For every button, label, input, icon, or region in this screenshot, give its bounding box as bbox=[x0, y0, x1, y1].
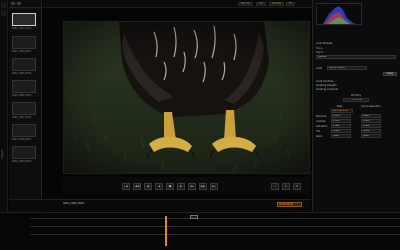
clip-thumbnail[interactable] bbox=[12, 58, 36, 71]
timecode-display[interactable]: 00:00:00:00 bbox=[277, 202, 302, 207]
bin-header bbox=[9, 0, 41, 8]
left-toolstrip: Project bbox=[0, 0, 8, 212]
clip-name: A001_C008_0523 bbox=[12, 138, 32, 141]
rewind-button[interactable]: ◀◀ bbox=[133, 183, 141, 190]
timeline-ruler bbox=[30, 218, 400, 219]
viewer-toolbar: Normal 1/4 Full Res Fit bbox=[43, 0, 313, 8]
view-mode-button[interactable]: Normal bbox=[238, 2, 253, 6]
transport-controls: |◀ ◀◀ ◀| ◀ ■ ▶ |▶ ▶▶ ▶| ⤢ ↻ ⇄ bbox=[63, 177, 310, 194]
fast-forward-button[interactable]: ▶▶ bbox=[199, 183, 207, 190]
param-label: Contrast bbox=[316, 120, 326, 123]
clip-name: A001_C009_0523 bbox=[12, 160, 32, 163]
tool-icon[interactable] bbox=[1, 11, 6, 16]
eagle-frame bbox=[64, 22, 309, 173]
bin-clip[interactable]: A001_C007_0523 bbox=[12, 102, 40, 119]
param-value[interactable]: 5600 bbox=[361, 134, 381, 138]
current-clip-label: A001_C003_0523 bbox=[63, 202, 84, 205]
timeline[interactable] bbox=[0, 212, 400, 250]
stop-button[interactable]: ■ bbox=[166, 183, 174, 190]
play-button[interactable]: ▶ bbox=[177, 183, 185, 190]
primary-tab[interactable]: Primary bbox=[351, 94, 361, 97]
param-label: Saturation bbox=[316, 125, 328, 128]
bin-clip[interactable]: A001_C006_0523 bbox=[12, 80, 40, 97]
param-value[interactable]: 1.000 bbox=[331, 124, 351, 128]
timeline-track bbox=[30, 226, 400, 227]
fit-button[interactable]: Fit bbox=[286, 2, 295, 6]
clip-bin: A001_C003_0523 A001_C004_0523 A001_C005_… bbox=[9, 0, 42, 212]
preset-item[interactable]: Night bbox=[316, 51, 323, 54]
playhead[interactable] bbox=[165, 216, 167, 246]
param-value[interactable]: 0.000 bbox=[331, 129, 351, 133]
timeline-header: A001_C003_0523 00:00:00:00 bbox=[9, 199, 311, 211]
clip-thumbnail[interactable] bbox=[12, 146, 36, 159]
histogram-graph bbox=[322, 6, 357, 24]
clip-thumbnail[interactable] bbox=[12, 13, 36, 26]
loop-button[interactable]: ↻ bbox=[282, 183, 290, 190]
grading-controls-header[interactable]: Grading Controls bbox=[316, 88, 338, 91]
param-label: Exposure bbox=[316, 115, 327, 118]
param-label: Tint bbox=[316, 130, 321, 133]
resolution-button[interactable]: 1/4 bbox=[256, 2, 266, 6]
project-label: Project bbox=[1, 150, 4, 159]
clip-name: A001_C004_0523 bbox=[12, 50, 32, 53]
video-viewer[interactable] bbox=[63, 21, 310, 174]
go-to-end-button[interactable]: ▶| bbox=[210, 183, 218, 190]
mode-select[interactable]: Full Mode bbox=[343, 98, 369, 102]
bin-clip[interactable]: A001_C003_0523 bbox=[12, 13, 40, 30]
play-reverse-button[interactable]: ◀ bbox=[155, 183, 163, 190]
apply-button[interactable]: Apply bbox=[383, 72, 397, 76]
bin-clip[interactable]: A001_C009_0523 bbox=[12, 146, 40, 163]
param-value[interactable]: 1.000 bbox=[361, 124, 381, 128]
bin-clip[interactable]: A001_C005_0523 bbox=[12, 58, 40, 75]
compare-button[interactable]: ⇄ bbox=[293, 183, 301, 190]
full-res-button[interactable]: Full Res bbox=[269, 2, 285, 6]
clip-thumbnail[interactable] bbox=[12, 36, 36, 49]
clip-thumbnail[interactable] bbox=[12, 80, 36, 93]
param-value[interactable]: 0.000 bbox=[361, 114, 381, 118]
param-value[interactable]: 0.000 bbox=[331, 114, 351, 118]
step-forward-button[interactable]: |▶ bbox=[188, 183, 196, 190]
timeline-track bbox=[30, 234, 400, 235]
preset-item[interactable]: None bbox=[316, 47, 323, 50]
param-value[interactable]: 1.000 bbox=[361, 119, 381, 123]
column-source: Source Resolution bbox=[361, 105, 381, 108]
tool-icon[interactable] bbox=[1, 3, 6, 8]
clip-thumbnail[interactable] bbox=[12, 102, 36, 115]
column-base: Base bbox=[337, 105, 343, 108]
param-label: Kelvin bbox=[316, 135, 323, 138]
param-value[interactable]: 1.000 bbox=[331, 119, 351, 123]
grading-presets-header[interactable]: Grading Presets bbox=[316, 84, 337, 87]
look-controls-header[interactable]: Look Controls bbox=[316, 80, 334, 83]
go-to-start-button[interactable]: |◀ bbox=[122, 183, 130, 190]
param-value[interactable]: 0.000 bbox=[361, 129, 381, 133]
look-presets-header[interactable]: Look Presets bbox=[316, 42, 332, 45]
fullscreen-button[interactable]: ⤢ bbox=[271, 183, 279, 190]
clip-name: A001_C006_0523 bbox=[12, 94, 32, 97]
look-select[interactable]: Clip in Project bbox=[327, 66, 367, 70]
grid-view-icon[interactable] bbox=[17, 2, 21, 5]
list-view-icon[interactable] bbox=[11, 2, 15, 5]
bin-clip[interactable]: A001_C004_0523 bbox=[12, 36, 40, 53]
zoom-handle[interactable] bbox=[190, 215, 198, 219]
clip-thumbnail[interactable] bbox=[12, 124, 36, 137]
clip-name: A001_C005_0523 bbox=[12, 72, 32, 75]
look-label: Look bbox=[316, 67, 323, 70]
inspector-panel: Look Presets None Night Default Look Cli… bbox=[312, 0, 400, 212]
param-value[interactable]: 5600 bbox=[331, 134, 351, 138]
gamma-select[interactable]: Red Gamma bbox=[331, 109, 353, 113]
preset-item-selected[interactable]: Default bbox=[316, 55, 396, 59]
histogram bbox=[316, 3, 362, 25]
clip-name: A001_C003_0523 bbox=[12, 27, 32, 30]
bin-clip[interactable]: A001_C008_0523 bbox=[12, 124, 40, 141]
step-back-button[interactable]: ◀| bbox=[144, 183, 152, 190]
clip-name: A001_C007_0523 bbox=[12, 116, 32, 119]
